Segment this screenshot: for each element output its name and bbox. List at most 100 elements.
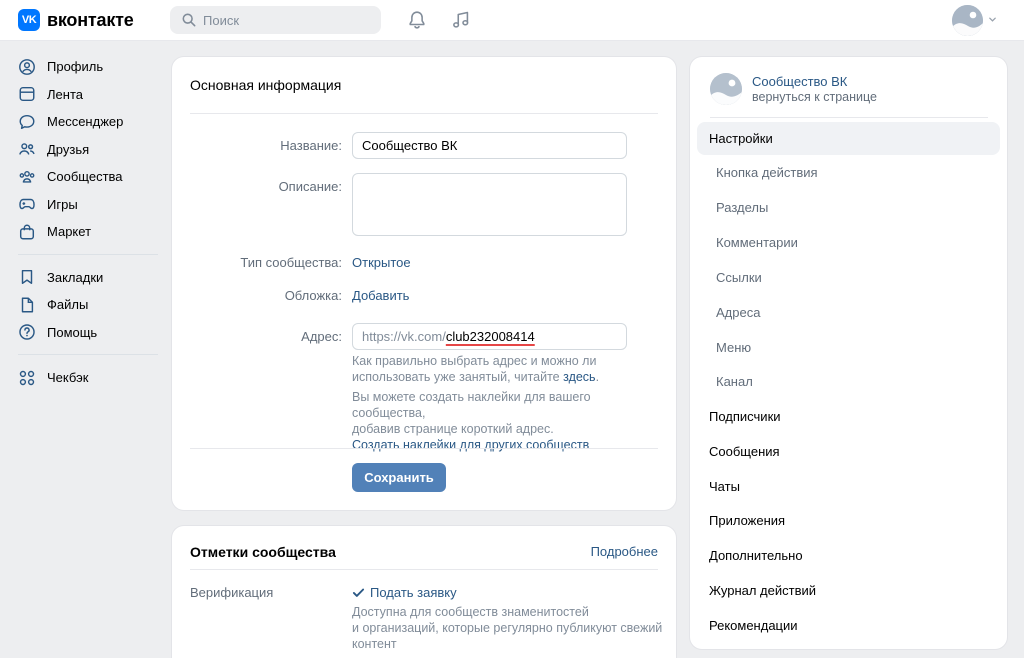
avatar-placeholder-icon bbox=[952, 5, 983, 36]
nav-label: Закладки bbox=[47, 269, 104, 285]
bookmark-icon bbox=[21, 270, 33, 285]
menu-item-recommendations[interactable]: Рекомендации bbox=[697, 609, 1000, 642]
menu-item-chats[interactable]: Чаты bbox=[697, 470, 1000, 503]
search-input[interactable] bbox=[203, 12, 363, 28]
stickers-hint: Вы можете создать наклейки для вашего со… bbox=[352, 389, 662, 453]
name-field[interactable] bbox=[352, 132, 627, 159]
file-icon bbox=[21, 297, 34, 313]
nav-label: Друзья bbox=[47, 141, 90, 157]
settings-menu-card: Сообщество ВК вернуться к странице Настр… bbox=[690, 57, 1007, 649]
nav-item-checkback[interactable]: Чекбэк bbox=[18, 364, 158, 392]
menu-item-comments[interactable]: Комментарии bbox=[697, 226, 1000, 259]
hint-text: использовать уже занятый, читайте bbox=[352, 370, 564, 384]
save-button[interactable]: Сохранить bbox=[352, 463, 446, 492]
search-box[interactable] bbox=[170, 6, 381, 34]
nav-label: Сообщества bbox=[47, 169, 123, 185]
nav-item-profile[interactable]: Профиль bbox=[18, 53, 158, 81]
user-avatar[interactable] bbox=[952, 5, 983, 36]
hint-here-link[interactable]: здесь bbox=[563, 370, 595, 384]
checkmark-icon bbox=[352, 588, 365, 597]
hint-line: Вы можете создать наклейки для вашего со… bbox=[352, 390, 591, 420]
address-label: Адрес: bbox=[301, 329, 342, 344]
marks-divider bbox=[190, 569, 658, 570]
address-value[interactable]: club232008414 bbox=[446, 329, 535, 344]
nav-item-messenger[interactable]: Мессенджер bbox=[18, 108, 158, 136]
verification-label: Верификация bbox=[190, 585, 274, 600]
menu-item-advanced[interactable]: Дополнительно bbox=[697, 539, 1000, 572]
menu-item-action-log[interactable]: Журнал действий bbox=[697, 574, 1000, 607]
nav-item-communities[interactable]: Сообщества bbox=[18, 163, 158, 191]
music-icon[interactable] bbox=[450, 9, 472, 31]
feed-icon bbox=[19, 87, 35, 102]
basic-info-card: Основная информация Название: Описание: … bbox=[172, 57, 676, 510]
hint-line: Как правильно выбрать адрес и можно ли bbox=[352, 354, 597, 368]
more-link[interactable]: Подробнее bbox=[591, 544, 658, 559]
menu-item-links[interactable]: Ссылки bbox=[697, 261, 1000, 294]
community-header[interactable]: Сообщество ВК вернуться к странице bbox=[710, 73, 877, 105]
menu-item-subscribers[interactable]: Подписчики bbox=[697, 400, 1000, 433]
nav-item-help[interactable]: Помощь bbox=[18, 319, 158, 347]
desc-line: контент bbox=[352, 637, 397, 651]
create-stickers-link[interactable]: Создать наклейки для других сообществ bbox=[352, 437, 662, 453]
vk-logo-text: вконтакте bbox=[47, 9, 134, 30]
address-field[interactable]: https://vk.com/club232008414 bbox=[352, 323, 627, 350]
nav-item-friends[interactable]: Друзья bbox=[18, 136, 158, 164]
title-divider bbox=[190, 113, 658, 114]
chevron-down-icon[interactable] bbox=[988, 15, 997, 24]
menu-item-channel[interactable]: Канал bbox=[697, 365, 1000, 398]
community-marks-card: Отметки сообщества Подробнее Верификация… bbox=[172, 526, 676, 658]
vk-logo[interactable]: VK вконтакте bbox=[18, 9, 134, 31]
avatar-placeholder-icon bbox=[710, 73, 742, 105]
card-title: Основная информация bbox=[190, 77, 342, 93]
nav-label: Чекбэк bbox=[47, 370, 89, 386]
address-hint: Как правильно выбрать адрес и можно ли и… bbox=[352, 353, 652, 385]
description-label: Описание: bbox=[278, 179, 342, 194]
community-type-link[interactable]: Открытое bbox=[352, 255, 411, 270]
description-field[interactable] bbox=[352, 173, 627, 236]
desc-line: и организаций, которые регулярно публику… bbox=[352, 621, 663, 635]
nav-item-bookmarks[interactable]: Закладки bbox=[18, 264, 158, 292]
nav-item-files[interactable]: Файлы bbox=[18, 291, 158, 319]
nav-label: Профиль bbox=[47, 59, 104, 75]
verification-description: Доступна для сообществ знаменитостей и о… bbox=[352, 604, 672, 652]
name-label: Название: bbox=[280, 138, 342, 153]
menu-item-addresses[interactable]: Адреса bbox=[697, 296, 1000, 329]
nav-divider bbox=[18, 354, 158, 355]
community-name[interactable]: Сообщество ВК bbox=[752, 74, 877, 89]
add-cover-link[interactable]: Добавить bbox=[352, 288, 409, 303]
communities-icon bbox=[19, 170, 35, 183]
menu-item-messages[interactable]: Сообщения bbox=[697, 435, 1000, 468]
desc-line: Доступна для сообществ знаменитостей bbox=[352, 605, 589, 619]
menu-item-sections[interactable]: Разделы bbox=[697, 191, 1000, 224]
message-icon bbox=[19, 114, 35, 129]
community-avatar[interactable] bbox=[710, 73, 742, 105]
nav-item-feed[interactable]: Лента bbox=[18, 81, 158, 109]
hint-dot: . bbox=[595, 370, 600, 384]
nav-item-games[interactable]: Игры bbox=[18, 191, 158, 219]
nav-item-market[interactable]: Маркет bbox=[18, 218, 158, 246]
apps-icon bbox=[19, 370, 35, 385]
cover-label: Обложка: bbox=[284, 288, 342, 303]
gamepad-icon bbox=[19, 199, 35, 210]
shopping-bag-icon bbox=[19, 224, 35, 240]
save-divider bbox=[190, 448, 658, 449]
left-navigation: Профиль Лента Мессенджер Друзья Сообщест… bbox=[18, 53, 158, 392]
user-circle-icon bbox=[19, 58, 35, 75]
back-to-page-link[interactable]: вернуться к странице bbox=[752, 90, 877, 104]
menu-item-menu[interactable]: Меню bbox=[697, 331, 1000, 364]
menu-item-settings[interactable]: Настройки bbox=[697, 122, 1000, 155]
help-icon bbox=[19, 324, 35, 340]
nav-divider bbox=[18, 253, 158, 255]
menu-item-apps[interactable]: Приложения bbox=[697, 504, 1000, 537]
vk-logo-badge: VK bbox=[18, 9, 40, 31]
nav-label: Мессенджер bbox=[47, 114, 124, 130]
marks-title: Отметки сообщества bbox=[190, 544, 336, 560]
menu-item-action-button[interactable]: Кнопка действия bbox=[697, 156, 1000, 189]
menu-divider bbox=[710, 117, 988, 118]
bell-icon[interactable] bbox=[406, 9, 428, 31]
nav-label: Игры bbox=[47, 196, 78, 212]
nav-label: Помощь bbox=[47, 324, 98, 340]
apply-verification-link[interactable]: Подать заявку bbox=[352, 585, 457, 600]
hint-line: использовать уже занятый, читайте здесь. bbox=[352, 369, 652, 385]
hint-line: добавив странице короткий адрес. bbox=[352, 422, 554, 436]
